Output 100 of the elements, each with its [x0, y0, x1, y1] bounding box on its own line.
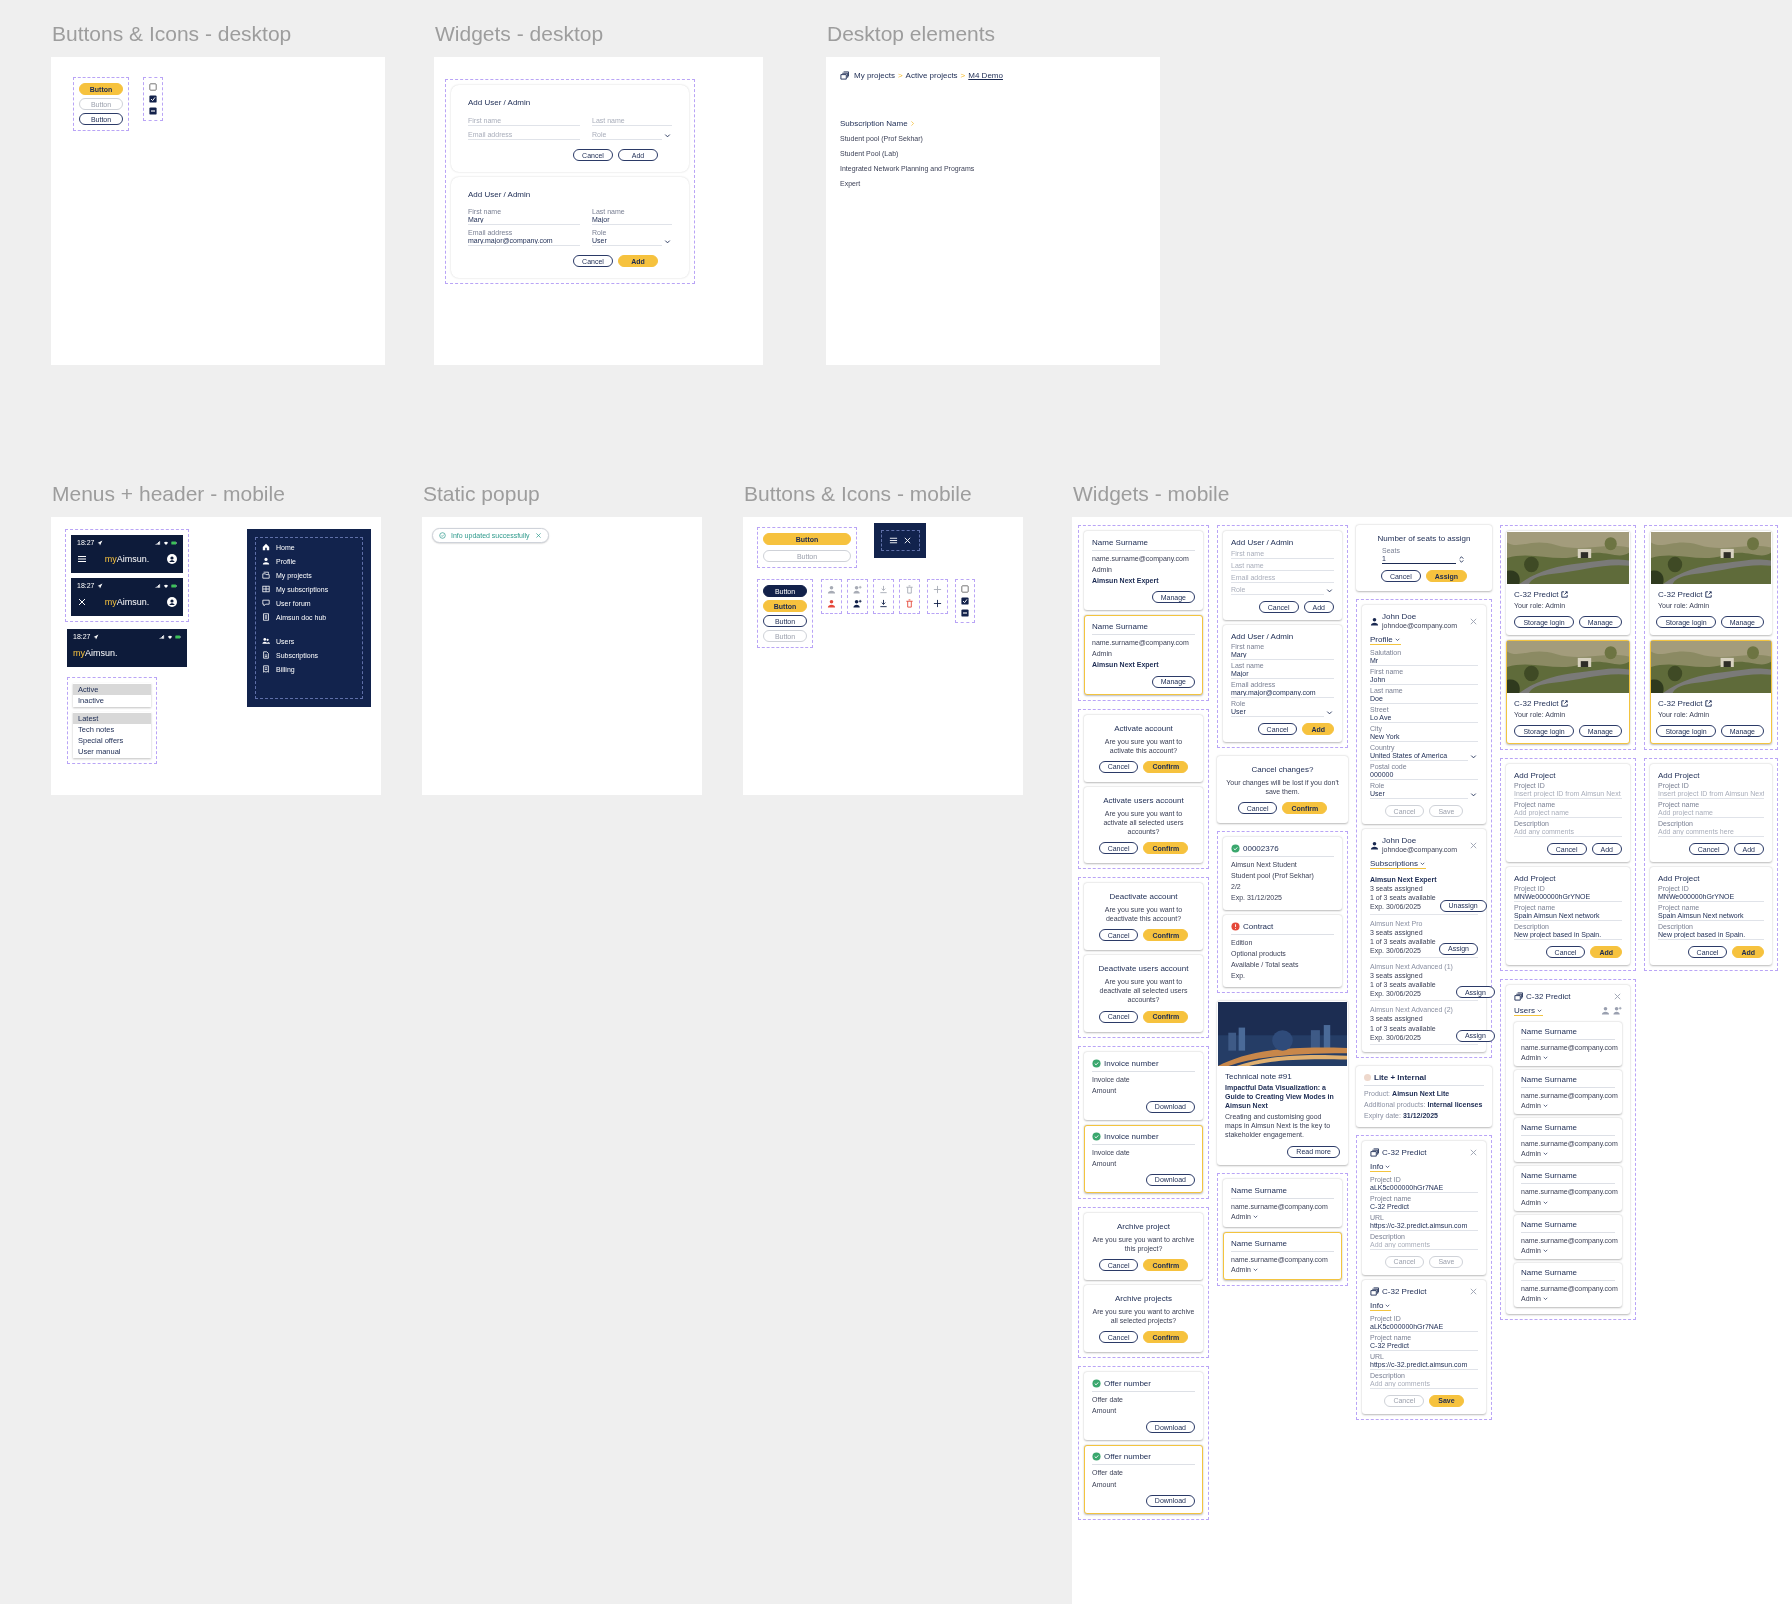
- project-title: C-32 Predict: [1382, 1286, 1428, 1296]
- chevron-icon: [908, 120, 916, 127]
- close-icon[interactable]: [77, 596, 87, 607]
- check-icon: [439, 532, 446, 539]
- card-title: Add User / Admin: [1231, 538, 1295, 547]
- receipt-icon: [262, 665, 270, 673]
- external-link-icon[interactable]: [1560, 590, 1570, 599]
- signal-icon: [159, 633, 165, 640]
- stepper-icon[interactable]: [1457, 554, 1466, 564]
- card-title: Invoice number: [1104, 1058, 1159, 1068]
- breadcrumb-separator: >: [897, 71, 903, 80]
- checkbox[interactable]: [961, 585, 969, 593]
- card-title: Add Project: [1658, 874, 1701, 884]
- breadcrumb-link[interactable]: M4 Demo: [968, 71, 1003, 80]
- project-title: C-32 Predict: [1514, 699, 1559, 709]
- chat-icon: [262, 599, 270, 607]
- wifi-icon: [163, 582, 169, 589]
- project-title: C-32 Predict: [1382, 1147, 1428, 1157]
- card-title: 00002376: [1243, 844, 1279, 854]
- dialog-title: Deactivate users account: [1098, 964, 1189, 974]
- breadcrumb-separator: >: [960, 71, 966, 80]
- user-icon[interactable]: [827, 585, 836, 594]
- user-name: Name Surname: [1521, 1267, 1579, 1277]
- battery-icon: [175, 633, 181, 640]
- caret-icon: [1393, 636, 1401, 644]
- users-icon: [262, 637, 270, 645]
- checkbox[interactable]: [149, 83, 157, 91]
- card-title: Add User / Admin: [468, 98, 532, 107]
- download-icon[interactable]: [879, 599, 888, 608]
- contact-name: Name Surname: [1092, 538, 1150, 547]
- external-link-icon[interactable]: [1560, 699, 1570, 709]
- card-title: Add Project: [1658, 771, 1701, 781]
- section-tab[interactable]: Info: [1370, 1300, 1392, 1311]
- user-icon[interactable]: [827, 599, 836, 608]
- battery-icon: [171, 539, 177, 546]
- dialog-title: Deactivate account: [1109, 892, 1178, 902]
- location-icon: [96, 539, 103, 546]
- document-icon: [262, 613, 270, 621]
- card-title: Add Project: [1514, 874, 1557, 884]
- dialog-title: Cancel changes?: [1251, 765, 1314, 774]
- location-icon: [92, 633, 99, 640]
- dialog-title: Archive project: [1117, 1221, 1170, 1231]
- card-title: Add Project: [1514, 771, 1557, 781]
- card-title: Contract: [1243, 921, 1274, 931]
- project-title: C-32 Predict: [1658, 699, 1703, 709]
- dialog-title: Archive projects: [1115, 1294, 1172, 1304]
- section-tab[interactable]: Info: [1370, 1161, 1392, 1172]
- contact-name: Name Surname: [1092, 622, 1150, 632]
- project-title: C-32 Predict: [1658, 590, 1703, 599]
- checkbox[interactable]: [961, 609, 969, 617]
- dialog-title: Activate users account: [1103, 795, 1184, 805]
- add-user-icon[interactable]: [853, 599, 862, 608]
- user-icon: [262, 557, 270, 565]
- menu-icon[interactable]: [888, 536, 898, 545]
- external-link-icon[interactable]: [1704, 590, 1714, 599]
- menu-icon[interactable]: [77, 553, 87, 564]
- checkbox[interactable]: [149, 107, 157, 115]
- breadcrumb-link[interactable]: My projects: [854, 71, 895, 80]
- card-title: Offer number: [1104, 1379, 1151, 1389]
- artboard-title: Static popup: [423, 483, 540, 504]
- external-link-icon[interactable]: [1704, 699, 1714, 709]
- artboard-title: Desktop elements: [827, 23, 996, 44]
- logo: myAimsun.: [104, 596, 150, 607]
- logo: myAimsun.: [73, 647, 118, 658]
- card-title: Lite + Internal: [1374, 1072, 1427, 1082]
- caret-icon: [1541, 1150, 1549, 1158]
- artboard-title: Widgets - desktop: [435, 23, 604, 44]
- card-title: Add User / Admin: [468, 190, 532, 199]
- user-name: John Doe: [1382, 612, 1418, 621]
- battery-icon: [171, 582, 177, 589]
- avatar-icon[interactable]: [167, 553, 177, 564]
- list-title: Subscription Name: [840, 119, 908, 128]
- project-title: C-32 Predict: [1526, 992, 1572, 1002]
- signal-icon: [155, 582, 161, 589]
- trash-icon[interactable]: [905, 599, 914, 608]
- user-name: Name Surname: [1521, 1123, 1579, 1133]
- caret-icon: [1541, 1054, 1549, 1062]
- wifi-icon: [167, 633, 173, 640]
- section-tab[interactable]: Subscriptions: [1370, 859, 1427, 870]
- user-name: Name Surname: [1521, 1075, 1579, 1085]
- artboard-title: Menus + header - mobile: [52, 483, 285, 504]
- caret-icon: [1419, 860, 1427, 868]
- user-icon: [1370, 840, 1379, 850]
- artboard-title: Buttons & Icons - desktop: [52, 23, 292, 44]
- section-tab[interactable]: Profile: [1370, 635, 1401, 646]
- plus-icon[interactable]: [933, 599, 942, 608]
- artboard-title: Buttons & Icons - mobile: [744, 483, 972, 504]
- user-name: Name Surname: [1521, 1171, 1579, 1181]
- caret-icon: [1535, 1007, 1543, 1015]
- avatar-icon[interactable]: [167, 596, 177, 607]
- artboard-title: Widgets - mobile: [1073, 483, 1230, 504]
- home-icon: [262, 543, 270, 551]
- user-name: Name Surname: [1231, 1238, 1289, 1248]
- user-icon[interactable]: [1601, 1006, 1610, 1016]
- dialog-title: Number of seats to assign: [1377, 534, 1471, 543]
- location-icon: [96, 582, 103, 589]
- breadcrumb-link[interactable]: Active projects: [905, 71, 958, 80]
- grid-icon: [262, 585, 270, 593]
- section-tab[interactable]: Users: [1514, 1006, 1543, 1017]
- card-title: Offer number: [1104, 1452, 1151, 1462]
